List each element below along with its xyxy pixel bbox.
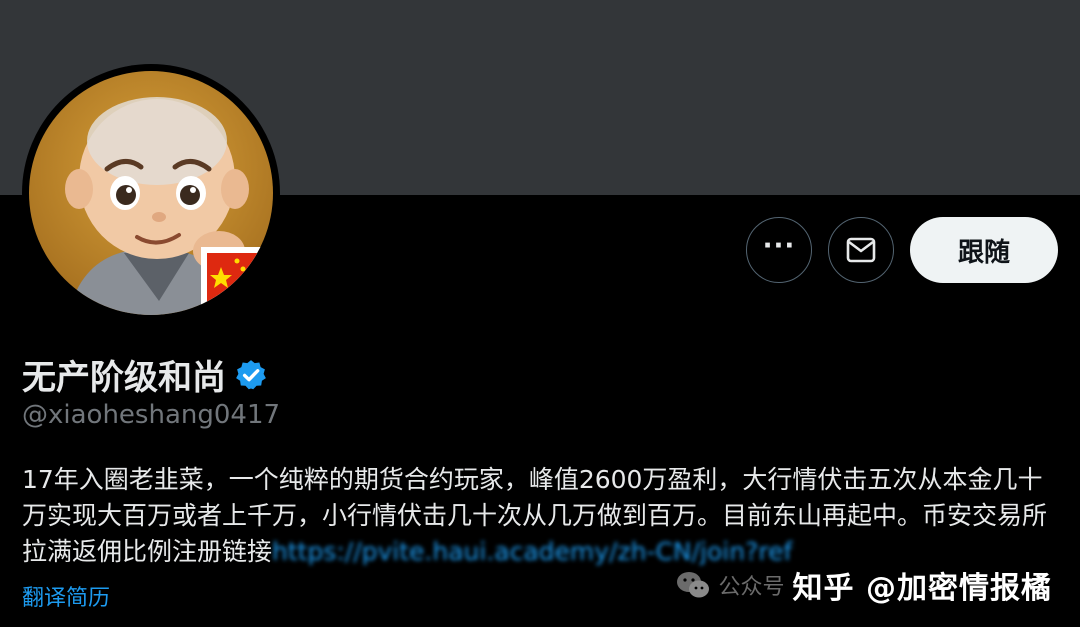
display-name: 无产阶级和尚 (22, 358, 226, 398)
more-dots-icon: ··· (762, 231, 796, 261)
profile-actions: ··· 跟随 (746, 217, 1058, 283)
translate-bio-link[interactable]: 翻译简历 (22, 580, 110, 612)
wechat-icon (676, 572, 709, 598)
verified-badge-icon (236, 359, 266, 389)
cartoon-monk-avatar-icon (29, 71, 273, 315)
watermark-main-text: 知乎 @加密情报橘 (792, 571, 1052, 606)
user-handle: @xiaoheshang0417 (22, 400, 281, 430)
bio-link[interactable]: https://pvite.haui.academy/zh-CN/join?re… (272, 537, 792, 566)
more-button[interactable]: ··· (746, 217, 812, 283)
profile-bio: 17年入圈老韭菜，一个纯粹的期货合约玩家，峰值2600万盈利，大行情伏击五次从本… (22, 462, 1062, 570)
watermark: 公众号 知乎 @加密情报橘 (675, 563, 1052, 607)
mail-icon (846, 237, 876, 263)
avatar[interactable] (22, 64, 280, 322)
watermark-faint-text: 公众号 (718, 575, 785, 600)
profile-name-row: 无产阶级和尚 (22, 350, 268, 399)
follow-button[interactable]: 跟随 (910, 217, 1058, 283)
message-button[interactable] (828, 217, 894, 283)
